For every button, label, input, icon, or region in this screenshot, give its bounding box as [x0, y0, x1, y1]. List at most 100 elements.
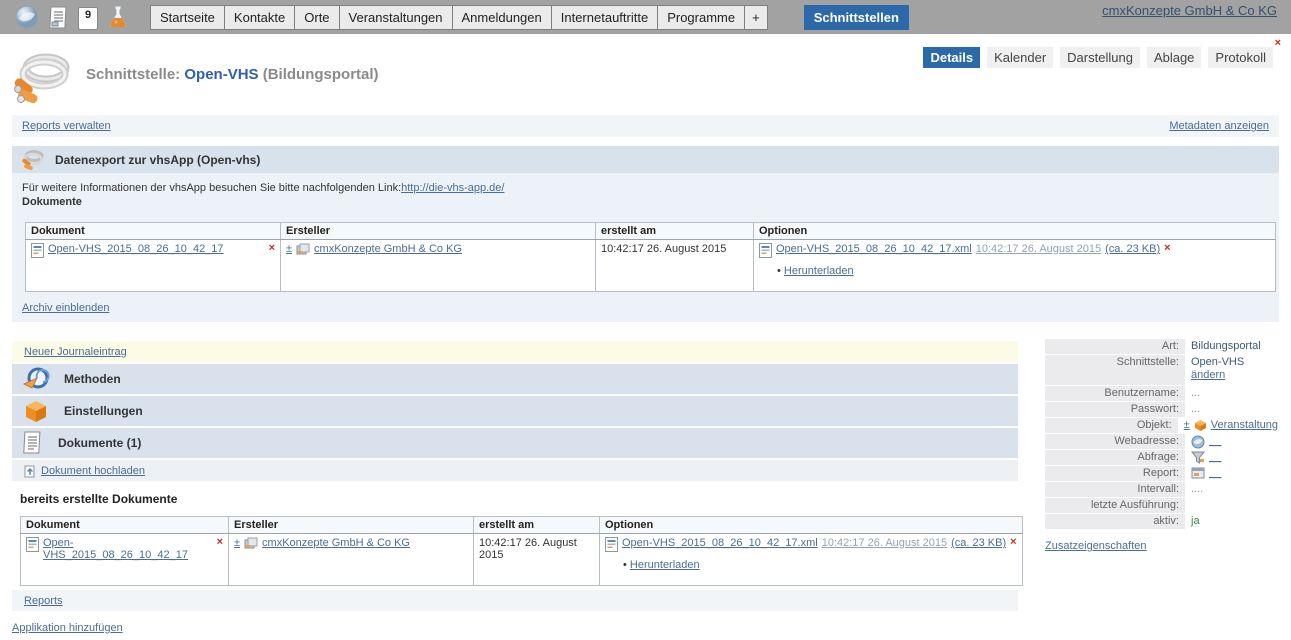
webadresse-link[interactable]: __ [1209, 435, 1221, 447]
document-link[interactable]: Open-VHS_2015_08_26_10_42_17 [48, 243, 224, 255]
prop-row-intervall: Intervall: .... [1045, 482, 1278, 497]
prop-row-letzte-ausfuehrung: letzte Ausführung: [1045, 498, 1278, 513]
delete-document-icon[interactable]: × [269, 243, 275, 254]
tab-ablage[interactable]: Ablage [1147, 47, 1201, 68]
filter-funnel-icon [1191, 451, 1205, 464]
export-panel: Datenexport zur vhsApp (Open-vhs) Für we… [12, 146, 1279, 322]
zusatzeigenschaften-link[interactable]: Zusatzeigenschaften [1045, 540, 1147, 552]
prop-label: Intervall: [1045, 482, 1185, 497]
prop-label: Benutzername: [1045, 386, 1185, 401]
prop-value-aktiv: ja [1191, 515, 1200, 527]
download-link[interactable]: Herunterladen [630, 559, 700, 571]
col-optionen: Optionen [600, 517, 1023, 534]
nav-tab-programme[interactable]: Programme [657, 5, 745, 30]
reports-strip: Reports [12, 590, 1018, 611]
prop-label: Webadresse: [1045, 434, 1185, 449]
col-optionen: Optionen [754, 223, 1276, 240]
tab-protokoll[interactable]: Protokoll [1208, 47, 1273, 68]
expand-creator-control[interactable]: ± [234, 537, 240, 549]
dokument-hochladen-link[interactable]: Dokument hochladen [41, 465, 145, 477]
col-dokument: Dokument [26, 223, 281, 240]
download-link[interactable]: Herunterladen [784, 265, 854, 277]
section-methoden[interactable]: Methoden [12, 364, 1018, 394]
aendern-link[interactable]: ändern [1191, 369, 1225, 381]
xml-file-size-link[interactable]: (ca. 23 KB) [951, 537, 1006, 549]
prop-row-report: Report: __ [1045, 466, 1278, 481]
page-title: Schnittstelle: Open-VHS (Bildungsportal) [86, 66, 379, 83]
xml-doc-icon [31, 243, 44, 258]
xml-file-icon [605, 537, 618, 552]
table-row: Open-VHS_2015_08_26_10_42_17 × ± cmxKonz… [21, 534, 1023, 586]
expand-objekt-control[interactable]: ± [1184, 419, 1190, 431]
xml-file-timestamp: 10:42:17 26. August 2015 [822, 537, 947, 549]
xml-doc-icon [26, 537, 39, 552]
tab-darstellung[interactable]: Darstellung [1060, 47, 1140, 68]
prop-label: Report: [1045, 466, 1185, 481]
nav-tab-anmeldungen[interactable]: Anmeldungen [452, 5, 552, 30]
reports-verwalten-link[interactable]: Reports verwalten [22, 120, 111, 132]
account-link[interactable]: cmxKonzepte GmbH & Co KG [1102, 3, 1277, 18]
prop-value-art: Bildungsportal [1191, 340, 1261, 352]
expand-creator-control[interactable]: ± [286, 243, 292, 255]
applikation-hinzufuegen-link[interactable]: Applikation hinzufügen [12, 622, 123, 634]
created-at: 10:42:17 26. August 2015 [479, 537, 577, 561]
document-link[interactable]: Open-VHS_2015_08_26_10_42_17 [43, 537, 209, 561]
flask-icon[interactable] [107, 4, 129, 30]
prop-value-passwort: ... [1191, 403, 1200, 415]
creator-link[interactable]: cmxKonzepte GmbH & Co KG [314, 243, 462, 255]
documents-icon [22, 430, 44, 456]
prop-row-aktiv: aktiv: ja [1045, 514, 1278, 529]
prop-row-schnittstelle: Schnittstelle: Open-VHS ändern [1045, 355, 1278, 385]
methods-icon [22, 366, 50, 392]
nav-tab-add[interactable]: + [744, 5, 768, 30]
page-title-prefix: Schnittstelle: [86, 66, 180, 83]
xml-file-link[interactable]: Open-VHS_2015_08_26_10_42_17.xml [622, 537, 818, 549]
prop-row-benutzername: Benutzername: ... [1045, 386, 1278, 401]
archiv-einblenden-link[interactable]: Archiv einblenden [22, 302, 109, 314]
nav-tab-startseite[interactable]: Startseite [150, 5, 225, 30]
cable-small-icon [21, 149, 45, 171]
table-header-row: Dokument Ersteller erstellt am Optionen [26, 223, 1276, 240]
delete-document-icon[interactable]: × [217, 537, 223, 548]
main-nav: Startseite Kontakte Orte Veranstaltungen… [151, 5, 909, 30]
prop-label: letzte Ausführung: [1045, 498, 1185, 513]
xml-file-size-link[interactable]: (ca. 23 KB) [1105, 243, 1160, 255]
export-panel-title: Datenexport zur vhsApp (Open-vhs) [55, 153, 260, 167]
xml-file-timestamp: 10:42:17 26. August 2015 [976, 243, 1101, 255]
nav-tab-kontakte[interactable]: Kontakte [224, 5, 295, 30]
creator-link[interactable]: cmxKonzepte GmbH & Co KG [262, 537, 410, 549]
report-link[interactable]: __ [1209, 467, 1221, 479]
report-small-icon [1191, 467, 1205, 479]
table-header-row: Dokument Ersteller erstellt am Optionen [21, 517, 1023, 534]
tab-details[interactable]: Details [923, 47, 980, 68]
neuer-journaleintrag-link[interactable]: Neuer Journaleintrag [24, 346, 127, 358]
section-dokumente-label: Dokumente (1) [58, 436, 141, 450]
sphere-logo-icon[interactable] [14, 4, 40, 30]
nav-tab-orte[interactable]: Orte [294, 5, 339, 30]
vhs-app-link[interactable]: http://die-vhs-app.de/ [401, 182, 504, 194]
abfrage-link[interactable]: __ [1209, 451, 1221, 463]
col-ersteller: Ersteller [229, 517, 474, 534]
xml-file-link[interactable]: Open-VHS_2015_08_26_10_42_17.xml [776, 243, 972, 255]
calendar-icon[interactable]: 9 [78, 7, 98, 30]
report-list-icon[interactable] [49, 6, 69, 30]
nav-tab-veranstaltungen[interactable]: Veranstaltungen [339, 5, 453, 30]
nav-tab-schnittstellen[interactable]: Schnittstellen [804, 5, 909, 30]
topbar: 9 Startseite Kontakte Orte Veranstaltung… [0, 0, 1291, 34]
export-panel-header[interactable]: Datenexport zur vhsApp (Open-vhs) [12, 146, 1279, 173]
export-documents-table: Dokument Ersteller erstellt am Optionen … [25, 222, 1276, 292]
reports-link[interactable]: Reports [24, 595, 63, 607]
nav-tab-internetauftritte[interactable]: Internetauftritte [551, 5, 658, 30]
prop-value-intervall: .... [1191, 483, 1203, 495]
delete-file-icon[interactable]: × [1010, 537, 1016, 548]
delete-file-icon[interactable]: × [1164, 243, 1170, 254]
section-dokumente[interactable]: Dokumente (1) [12, 428, 1018, 458]
tab-kalender[interactable]: Kalender [987, 47, 1053, 68]
close-icon[interactable]: × [1275, 38, 1281, 49]
metadaten-anzeigen-link[interactable]: Metadaten anzeigen [1169, 120, 1269, 132]
prop-row-passwort: Passwort: ... [1045, 402, 1278, 417]
section-einstellungen[interactable]: Einstellungen [12, 396, 1018, 426]
page-title-suffix: (Bildungsportal) [263, 66, 379, 83]
veranstaltung-link[interactable]: Veranstaltung [1211, 419, 1278, 431]
prop-row-abfrage: Abfrage: __ [1045, 450, 1278, 465]
